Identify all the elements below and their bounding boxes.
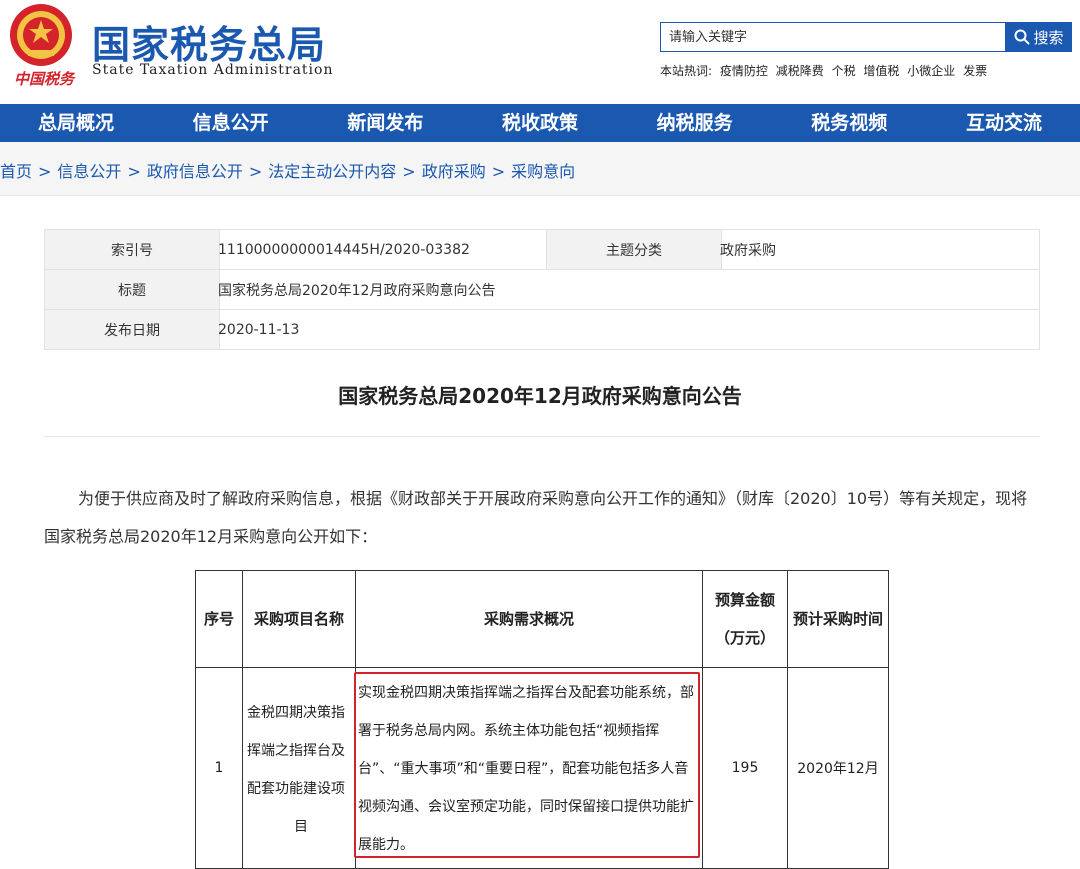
search-button-label: 搜索 — [1033, 28, 1064, 47]
hotword-link[interactable]: 小微企业 — [907, 64, 955, 78]
article-title: 国家税务总局2020年12月政府采购意向公告 — [338, 384, 742, 408]
breadcrumb-procurement-intent[interactable]: 采购意向 — [511, 162, 575, 181]
breadcrumb-separator: > — [491, 162, 506, 181]
nav-item-tax-policy[interactable]: 税收政策 — [502, 104, 578, 142]
site-name-en: State Taxation Administration — [92, 62, 334, 78]
table-row: 发布日期 2020-11-13 — [44, 309, 1040, 350]
header-demand: 采购需求概况 — [355, 570, 703, 668]
breadcrumb-separator: > — [38, 162, 52, 181]
index-value: 11100000000014445H/2020-03382 — [218, 229, 547, 270]
search-box — [660, 22, 1007, 52]
header-project-name: 采购项目名称 — [242, 570, 356, 668]
nav-item-tax-video[interactable]: 税务视频 — [811, 104, 887, 142]
divider — [44, 436, 1040, 437]
cell-no: 1 — [195, 667, 243, 869]
header-time: 预计采购时间 — [787, 570, 889, 668]
date-label: 发布日期 — [44, 309, 220, 350]
nav-item-overview[interactable]: 总局概况 — [38, 104, 114, 142]
hotword-link[interactable]: 个税 — [832, 64, 856, 78]
table-row: 1 金税四期决策指挥端之指挥台及配套功能建设项 目 实现金税四期决策指挥端之指挥… — [195, 667, 889, 869]
table-row: 标题 国家税务总局2020年12月政府采购意向公告 — [44, 269, 1040, 310]
nav-item-interaction[interactable]: 互动交流 — [966, 104, 1042, 142]
project-name: 金税四期决策指挥端之指挥台及配套功能建设项 目 — [243, 690, 355, 846]
index-value-text: 11100000000014445H/2020-03382 — [218, 241, 470, 258]
title-value-text: 国家税务总局2020年12月政府采购意向公告 — [218, 282, 496, 299]
table-header-row: 序号 采购项目名称 采购需求概况 预算金额（万元） 预计采购时间 — [195, 570, 889, 668]
procurement-table: 序号 采购项目名称 采购需求概况 预算金额（万元） 预计采购时间 1 金税四期决… — [195, 570, 889, 869]
title-label: 标题 — [44, 269, 220, 310]
search-button[interactable]: 搜索 — [1006, 22, 1072, 52]
date-value: 2020-11-13 — [218, 309, 1040, 350]
emblem-caption: 中国税务 — [14, 70, 75, 88]
breadcrumb-legal-public[interactable]: 法定主动公开内容 — [268, 162, 396, 181]
breadcrumb-gov-info-public[interactable]: 政府信息公开 — [147, 162, 243, 181]
topic-value: 政府采购 — [720, 229, 1040, 270]
project-name-last: 目 — [294, 819, 308, 835]
table-row: 索引号 11100000000014445H/2020-03382 主题分类 政… — [44, 229, 1040, 270]
breadcrumb-separator: > — [248, 162, 263, 181]
breadcrumb-home[interactable]: 首页 — [0, 162, 32, 181]
hotword-link[interactable]: 发票 — [963, 64, 987, 78]
hotwords-label: 本站热词: — [660, 64, 713, 78]
national-emblem-icon — [10, 4, 72, 66]
demand-wrap: 实现金税四期决策指挥端之指挥台及配套功能系统，部署于税务总局内网。系统主体功能包… — [354, 668, 702, 868]
cell-demand: 实现金税四期决策指挥端之指挥台及配套功能系统，部署于税务总局内网。系统主体功能包… — [354, 667, 703, 869]
cell-time: 2020年12月 — [787, 667, 889, 869]
header-no: 序号 — [195, 570, 243, 668]
header-budget: 预算金额（万元） — [702, 570, 788, 668]
breadcrumb-info-public[interactable]: 信息公开 — [57, 162, 121, 181]
article-paragraph: 为便于供应商及时了解政府采购信息，根据《财政部关于开展政府采购意向公开工作的通知… — [44, 489, 1028, 546]
document-info-table: 索引号 11100000000014445H/2020-03382 主题分类 政… — [44, 229, 1040, 350]
search-input[interactable] — [661, 23, 1007, 51]
hotword-link[interactable]: 增值税 — [863, 64, 899, 78]
topic-value-text: 政府采购 — [720, 242, 776, 259]
nav-item-taxpayer-service[interactable]: 纳税服务 — [657, 104, 733, 142]
demand-highlight-box: 实现金税四期决策指挥端之指挥台及配套功能系统，部署于税务总局内网。系统主体功能包… — [354, 672, 700, 858]
search-icon — [1014, 29, 1031, 45]
main-nav: 总局概况 信息公开 新闻发布 税收政策 纳税服务 税务视频 互动交流 — [0, 104, 1080, 142]
hotwords-bar: 本站热词: 疫情防控 减税降费 个税 增值税 小微企业 发票 — [660, 62, 991, 79]
title-value: 国家税务总局2020年12月政府采购意向公告 — [218, 269, 1040, 310]
cell-project-name: 金税四期决策指挥端之指挥台及配套功能建设项 目 — [242, 667, 356, 869]
topic-label: 主题分类 — [546, 229, 722, 270]
breadcrumb-bar: 首页 > 信息公开 > 政府信息公开 > 法定主动公开内容 > 政府采购 > 采购意向 — [0, 142, 1080, 196]
nav-item-info-public[interactable]: 信息公开 — [193, 104, 269, 142]
hotword-link[interactable]: 减税降费 — [776, 64, 824, 78]
cell-budget: 195 — [702, 667, 788, 869]
site-name-cn[interactable]: 国家税务总局 — [92, 14, 326, 69]
project-name-main: 金税四期决策指挥端之指挥台及配套功能建设项 — [247, 705, 345, 797]
breadcrumb: 首页 > 信息公开 > 政府信息公开 > 法定主动公开内容 > 政府采购 > 采购意向 — [0, 158, 575, 182]
breadcrumb-separator: > — [127, 162, 141, 181]
site-header: 中国税务 国家税务总局 State Taxation Administratio… — [0, 0, 1080, 104]
index-label: 索引号 — [44, 229, 220, 270]
breadcrumb-gov-procurement[interactable]: 政府采购 — [422, 162, 486, 181]
hotword-link[interactable]: 疫情防控 — [720, 64, 768, 78]
nav-item-news[interactable]: 新闻发布 — [347, 104, 423, 142]
date-value-text: 2020-11-13 — [218, 321, 300, 338]
breadcrumb-separator: > — [402, 162, 416, 181]
